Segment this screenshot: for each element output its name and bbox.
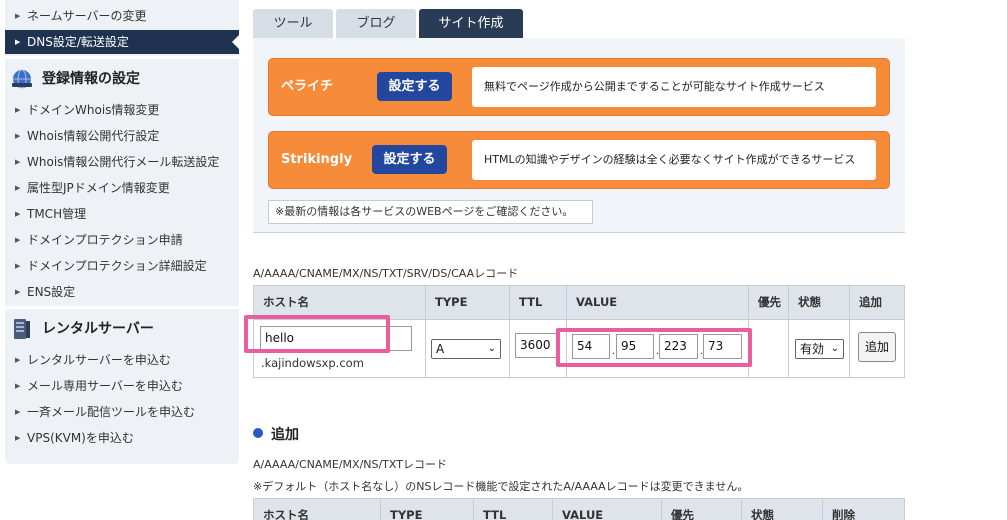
column-header-status: 状態 (742, 499, 823, 520)
ip-octet-4-input[interactable]: 73 (703, 334, 742, 359)
sidebar-item-domain-protection[interactable]: ▶ ドメインプロテクション申請 (5, 228, 239, 252)
service-description: HTMLの知識やデザインの経験は全く必要なくサイト作成ができるサービス (472, 140, 876, 180)
service-card-strikingly: Strikingly 設定する HTMLの知識やデザインの経験は全く必要なくサイ… (268, 131, 890, 189)
chevron-down-icon: ⌄ (830, 343, 839, 354)
column-header-delete: 削除 (832, 508, 855, 520)
value-cell: 54 . 95 . 223 . 73 (567, 319, 749, 377)
tab-panel: ペライチ 設定する 無料でページ作成から公開まですることが可能なサイト作成サービ… (253, 38, 905, 233)
bullet-icon: ▶ (15, 184, 21, 192)
column-header-status: 状態 (789, 286, 850, 319)
tab-blog[interactable]: ブログ (336, 9, 416, 38)
bullet-icon: ▶ (15, 288, 21, 296)
ip-octet-2-input[interactable]: 95 (616, 334, 654, 359)
sidebar-item-rental-server[interactable]: ▶ レンタルサーバーを申込む (5, 348, 239, 372)
bullet-icon: ▶ (15, 106, 21, 114)
sidebar-item-jp-domain[interactable]: ▶ 属性型JPドメイン情報変更 (5, 176, 239, 200)
sidebar: ▶ ネームサーバーの変更 ▶ DNS設定/転送設定 登録情報の設定 ▶ ドメインW… (5, 0, 239, 464)
column-header-type: TYPE (426, 286, 510, 319)
sidebar-item-vps[interactable]: ▶ VPS(KVM)を申込む (5, 426, 239, 450)
added-records-table: ホスト名 TYPE TTL VALUE 優先 状態 削除 (253, 498, 905, 520)
host-input[interactable]: hello (260, 326, 412, 351)
bullet-icon: ▶ (15, 262, 21, 270)
bullet-icon: ▶ (15, 382, 21, 390)
bullet-icon: ▶ (15, 210, 21, 218)
record-type-caption: A/AAAA/CNAME/MX/NS/TXT/SRV/DS/CAAレコード (253, 267, 519, 280)
ttl-input[interactable]: 3600 (515, 333, 560, 358)
sidebar-item-mail-server[interactable]: ▶ メール専用サーバーを申込む (5, 374, 239, 398)
tab-site-builder[interactable]: サイト作成 (419, 9, 523, 38)
sidebar-item-domain-protection-detail[interactable]: ▶ ドメインプロテクション詳細設定 (5, 254, 239, 278)
chevron-down-icon: ⌄ (487, 343, 496, 354)
sidebar-item-tmch[interactable]: ▶ TMCH管理 (5, 202, 239, 226)
sidebar-item-dns-settings[interactable]: ▶ DNS設定/転送設定 (5, 30, 239, 54)
sidebar-item-whois-mail-forward[interactable]: ▶ Whois情報公開代行メール転送設定 (5, 150, 239, 174)
sidebar-item-whois-proxy[interactable]: ▶ Whois情報公開代行設定 (5, 124, 239, 148)
sidebar-item-ens[interactable]: ▶ ENS設定 (5, 280, 239, 304)
bullet-icon: ▶ (15, 12, 21, 20)
host-cell: hello .kajindowsxp.com (254, 319, 426, 377)
sidebar-item-label: DNS設定/転送設定 (27, 35, 129, 49)
column-header-add: 追加 (850, 286, 904, 319)
column-header-ttl: TTL (474, 499, 553, 520)
bullet-icon: ▶ (15, 236, 21, 244)
bullet-icon: ▶ (15, 38, 21, 46)
service-name: Strikingly (281, 152, 353, 167)
service-description: 無料でページ作成から公開まですることが可能なサイト作成サービス (472, 67, 876, 107)
ip-octet-3-input[interactable]: 223 (659, 334, 698, 359)
bullet-icon: ▶ (15, 434, 21, 442)
ttl-cell: 3600 (510, 319, 567, 377)
column-header-ttl: TTL (510, 286, 567, 319)
type-cell: A ⌄ (426, 319, 510, 377)
column-header-host: ホスト名 (254, 499, 381, 520)
column-header-host: ホスト名 (254, 286, 426, 319)
info-notice: ※最新の情報は各サービスのWEBページをご確認ください。 (268, 200, 593, 224)
sidebar-item-label: ネームサーバーの変更 (27, 9, 147, 23)
type-select[interactable]: A ⌄ (431, 339, 501, 359)
globe-icon (12, 69, 32, 89)
priority-cell (749, 319, 789, 377)
strikingly-setup-button[interactable]: 設定する (372, 145, 447, 174)
service-card-peraichi: ペライチ 設定する 無料でページ作成から公開まですることが可能なサイト作成サービ… (268, 58, 890, 116)
domain-suffix: .kajindowsxp.com (261, 356, 364, 370)
sidebar-item-nameserver[interactable]: ▶ ネームサーバーの変更 (5, 4, 239, 28)
bullet-icon: ▶ (15, 408, 21, 416)
column-header-type: TYPE (381, 499, 474, 520)
bullet-icon: ▶ (15, 356, 21, 364)
sidebar-item-whois-change[interactable]: ▶ ドメインWhois情報変更 (5, 98, 239, 122)
added-record-note: ※デフォルト（ホスト名なし）のNSレコード機能で設定されたA/AAAAレコードは… (253, 480, 749, 493)
add-record-button[interactable]: 追加 (858, 332, 896, 362)
bullet-icon: ▶ (15, 158, 21, 166)
added-section-heading: 追加 (253, 424, 299, 444)
tab-tools[interactable]: ツール (253, 9, 333, 38)
peraichi-setup-button[interactable]: 設定する (377, 72, 452, 101)
record-entry-table: ホスト名 TYPE TTL VALUE 優先 状態 追加 hello .kaji… (253, 285, 905, 378)
column-header-value: VALUE (553, 499, 662, 520)
ip-octet-1-input[interactable]: 54 (572, 334, 610, 359)
column-header-priority: 優先 (749, 286, 789, 319)
added-record-caption: A/AAAA/CNAME/MX/NS/TXTレコード (253, 458, 447, 471)
sidebar-item-bulk-mail[interactable]: ▶ 一斉メール配信ツールを申込む (5, 400, 239, 424)
status-select[interactable]: 有効 ⌄ (795, 339, 844, 359)
registration-heading: 登録情報の設定 (5, 59, 239, 99)
column-header-value: VALUE (567, 286, 749, 319)
rental-server-heading: レンタルサーバー (5, 309, 239, 349)
bullet-dot-icon (253, 428, 263, 438)
server-icon (14, 319, 30, 339)
status-cell: 有効 ⌄ (789, 319, 850, 377)
service-name: ペライチ (281, 79, 334, 94)
bullet-icon: ▶ (15, 132, 21, 140)
column-header-priority: 優先 (662, 499, 742, 520)
